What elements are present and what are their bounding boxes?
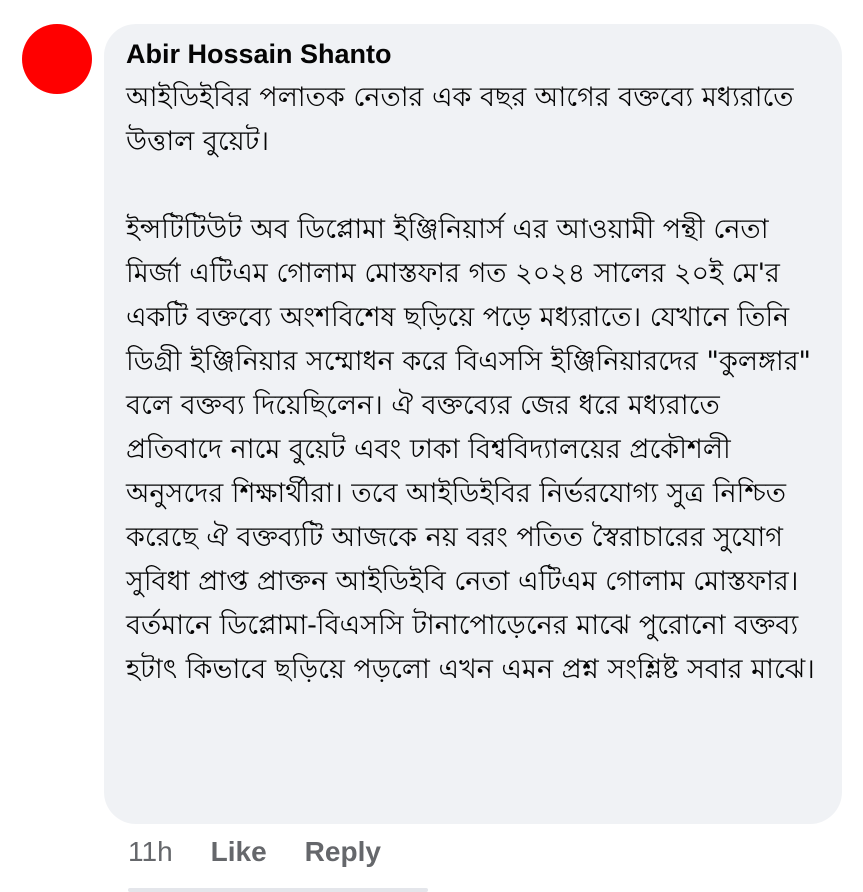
like-button[interactable]: Like [211, 834, 267, 870]
avatar[interactable] [22, 24, 92, 94]
comment-bubble: Abir Hossain Shanto আইডিইবির পলাতক নেতার… [104, 24, 842, 824]
comment-actions: 11h Like Reply [128, 834, 381, 870]
comment-body: আইডিইবির পলাতক নেতার এক বছর আগের বক্তব্য… [126, 76, 820, 692]
comment: Abir Hossain Shanto আইডিইবির পলাতক নেতার… [0, 0, 863, 892]
next-comment-edge [128, 888, 428, 892]
comment-timestamp[interactable]: 11h [128, 834, 173, 870]
reply-button[interactable]: Reply [305, 834, 381, 870]
comment-paragraph: ইন্সটিটিউট অব ডিপ্লোমা ইঞ্জিনিয়ার্স এর … [126, 214, 815, 685]
comment-author[interactable]: Abir Hossain Shanto [126, 38, 820, 70]
comment-paragraph: আইডিইবির পলাতক নেতার এক বছর আগের বক্তব্য… [126, 82, 794, 157]
